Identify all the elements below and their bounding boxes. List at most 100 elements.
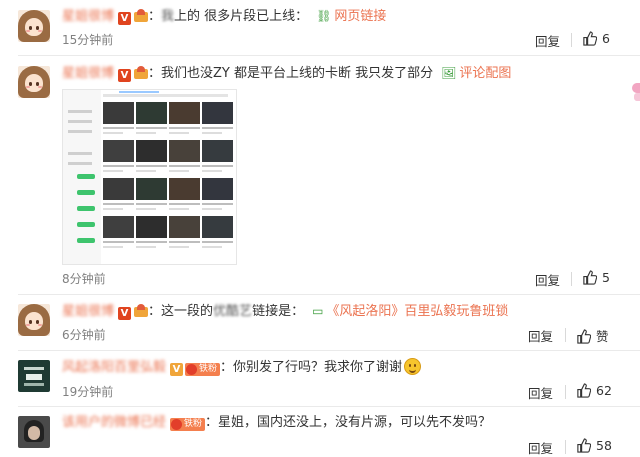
reply-button[interactable]: 回复 <box>535 31 560 50</box>
tile-caption-line <box>169 241 200 243</box>
image-icon: 🖼 <box>441 66 457 80</box>
like-button[interactable]: 58 <box>576 438 612 453</box>
like-label: 赞 <box>596 329 609 344</box>
tile-caption-line <box>103 246 123 248</box>
verified-badge-icon: V <box>118 307 132 320</box>
divider <box>565 440 566 454</box>
tile-caption-line <box>169 170 189 172</box>
avatar[interactable] <box>18 416 50 448</box>
comment-image-thumbnail[interactable] <box>62 89 237 265</box>
fan-badge: 铁粉 <box>185 363 221 376</box>
username[interactable]: 该用户的微博已经 <box>62 414 166 432</box>
divider <box>565 385 566 399</box>
comment-image-link[interactable]: 评论配图 <box>459 66 511 81</box>
link-icon: ⛓ <box>316 9 332 23</box>
tile-caption-line <box>202 127 233 129</box>
tile-caption-line <box>103 208 123 210</box>
tile-caption-line <box>202 208 222 210</box>
tile-caption-line <box>202 132 222 134</box>
comment-divider <box>18 55 640 56</box>
timestamp: 8分钟前 <box>62 272 106 286</box>
tile-caption-line <box>169 127 200 129</box>
tile-caption-line <box>136 132 156 134</box>
timestamp: 15分钟前 <box>62 33 114 47</box>
comment-text-line: 星姐很博 V ：我上的 很多片段已上线： ⛓ 网页链接 <box>62 8 387 26</box>
tile-caption-line <box>169 246 189 248</box>
like-count: 6 <box>602 31 610 46</box>
reply-button[interactable]: 回复 <box>535 270 560 289</box>
comment-text: 你别发了行吗？我求你了谢谢 <box>233 360 403 375</box>
verified-badge-icon: V <box>118 69 132 82</box>
tile-caption-line <box>103 203 134 205</box>
like-count: 58 <box>596 438 612 453</box>
reply-button[interactable]: 回复 <box>528 383 553 402</box>
comment-divider <box>18 406 640 407</box>
blurred-text: 优酷艺 <box>213 304 253 319</box>
divider <box>571 33 572 47</box>
video-thumbnail-tile <box>103 216 134 238</box>
like-count: 62 <box>596 383 612 398</box>
like-button[interactable]: 6 <box>582 31 610 46</box>
like-count: 5 <box>602 270 610 285</box>
tile-caption-line <box>136 208 156 210</box>
comment-text: 这一段的 <box>161 304 214 319</box>
avatar[interactable] <box>18 10 50 42</box>
username[interactable]: 星姐很博 <box>62 8 114 26</box>
thumbs-up-icon <box>577 329 592 344</box>
tile-caption-line <box>136 246 156 248</box>
comment-text: 星姐，国内还没上，没有片源，可以先不发吗？ <box>218 415 492 430</box>
video-thumbnail-tile <box>103 102 134 124</box>
tile-caption-line <box>103 132 123 134</box>
like-button[interactable]: 62 <box>576 383 612 398</box>
tile-caption-line <box>103 170 123 172</box>
video-thumbnail-tile <box>136 216 167 238</box>
tile-caption-line <box>169 165 200 167</box>
reply-button[interactable]: 回复 <box>528 438 553 457</box>
comment-text-line: 风起洛阳百里弘毅 V 铁粉 ：你别发了行吗？我求你了谢谢 <box>62 358 422 377</box>
fan-badge: 铁粉 <box>170 418 206 431</box>
username[interactable]: 风起洛阳百里弘毅 <box>62 359 166 377</box>
tile-caption-line <box>169 208 189 210</box>
video-thumbnail-tile <box>202 216 233 238</box>
video-thumbnail-tile <box>103 178 134 200</box>
video-thumbnail-tile <box>169 140 200 162</box>
thumbs-up-icon <box>583 270 598 285</box>
comment-divider <box>18 294 640 295</box>
avatar[interactable] <box>18 66 50 98</box>
video-thumbnail-tile <box>136 102 167 124</box>
comment-text-line: 该用户的微博已经 铁粉 ：星姐，国内还没上，没有片源，可以先不发吗？ <box>62 414 492 432</box>
video-thumbnail-tile <box>169 102 200 124</box>
avatar[interactable] <box>18 360 50 392</box>
blurred-text: 我 <box>161 9 175 24</box>
timestamp: 6分钟前 <box>62 328 106 342</box>
tile-caption-line <box>169 203 200 205</box>
tile-caption-line <box>169 132 189 134</box>
like-button[interactable]: 赞 <box>576 326 609 345</box>
like-button[interactable]: 5 <box>582 270 610 285</box>
web-link[interactable]: 网页链接 <box>334 9 386 24</box>
thumbs-up-icon <box>577 383 592 398</box>
floating-sticker-icon[interactable] <box>632 83 640 103</box>
reply-button[interactable]: 回复 <box>528 326 553 345</box>
tile-caption-line <box>136 203 167 205</box>
comment-divider <box>18 350 640 351</box>
divider <box>571 272 572 286</box>
avatar[interactable] <box>18 304 50 336</box>
video-thumbnail-tile <box>202 178 233 200</box>
tile-caption-line <box>136 165 167 167</box>
video-link[interactable]: 《风起洛阳》百里弘毅玩鲁班锁 <box>326 304 508 319</box>
video-thumbnail-tile <box>202 102 233 124</box>
username[interactable]: 星姐很博 <box>62 303 114 321</box>
tile-caption-line <box>202 165 233 167</box>
tile-caption-line <box>136 170 156 172</box>
avatar-face <box>25 18 43 36</box>
username[interactable]: 星姐很博 <box>62 65 114 83</box>
tile-caption-line <box>202 203 233 205</box>
comment-text: 我们也没ZY 都是平台上线的卡断 我只发了部分 <box>161 66 434 81</box>
tile-caption-line <box>103 241 134 243</box>
comment-text: 上的 很多片段已上线： <box>174 9 309 24</box>
comment-text-suffix: 链接是： <box>252 304 305 319</box>
comment-text-line: 星姐很博 V ：我们也没ZY 都是平台上线的卡断 我只发了部分 🖼 评论配图 <box>62 65 512 83</box>
video-thumbnail-tile <box>136 178 167 200</box>
tile-caption-line <box>136 241 167 243</box>
